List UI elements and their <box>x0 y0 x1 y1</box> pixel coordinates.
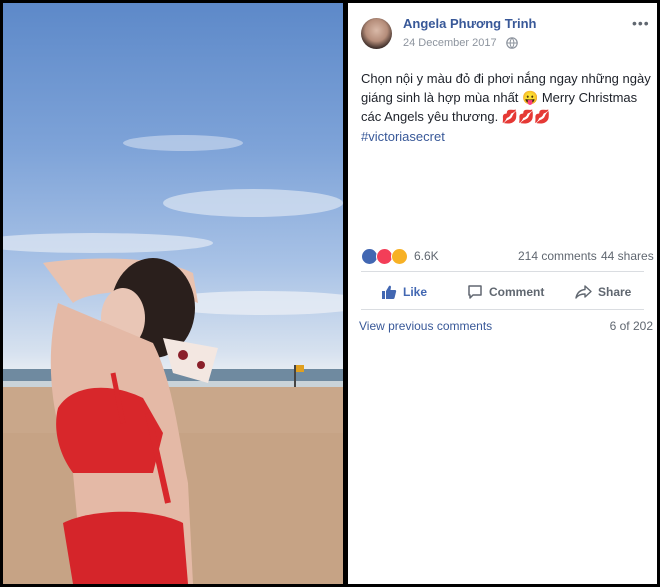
comments-count[interactable]: 214 comments <box>518 249 597 263</box>
thumbs-up-icon <box>382 285 397 299</box>
hashtag-link[interactable]: #victoriasecret <box>361 129 445 144</box>
post-photo[interactable] <box>3 3 343 584</box>
globe-icon <box>506 37 518 49</box>
beach-photo-illustration <box>3 135 343 584</box>
comment-bubble-icon <box>468 285 482 299</box>
divider <box>361 271 644 272</box>
share-label: Share <box>598 285 632 299</box>
comment-label: Comment <box>489 285 545 299</box>
like-label: Like <box>403 285 428 299</box>
view-previous-comments-link[interactable]: View previous comments <box>359 319 492 333</box>
shares-count[interactable]: 44 shares <box>601 249 654 263</box>
like-button[interactable]: Like <box>381 281 427 303</box>
author-name[interactable]: Angela Phương Trinh <box>403 16 537 31</box>
comment-button[interactable]: Comment <box>467 281 544 303</box>
share-arrow-icon <box>575 285 592 299</box>
post-text: Chọn nội y màu đỏ đi phơi nắng ngay nhữn… <box>361 71 651 124</box>
screenshot-frame: Angela Phương Trinh 24 December 2017 •••… <box>0 0 660 587</box>
wow-reaction-icon <box>391 247 408 265</box>
reactions-summary[interactable]: 6.6K <box>361 247 439 265</box>
reactions-count: 6.6K <box>414 249 439 263</box>
comment-page-count: 6 of 202 <box>609 319 653 333</box>
share-button[interactable]: Share <box>575 281 631 303</box>
more-options-button[interactable]: ••• <box>632 15 650 31</box>
post-date[interactable]: 24 December 2017 <box>403 37 497 49</box>
divider <box>361 309 644 310</box>
author-avatar[interactable] <box>361 18 392 49</box>
post-panel: Angela Phương Trinh 24 December 2017 •••… <box>348 3 657 584</box>
